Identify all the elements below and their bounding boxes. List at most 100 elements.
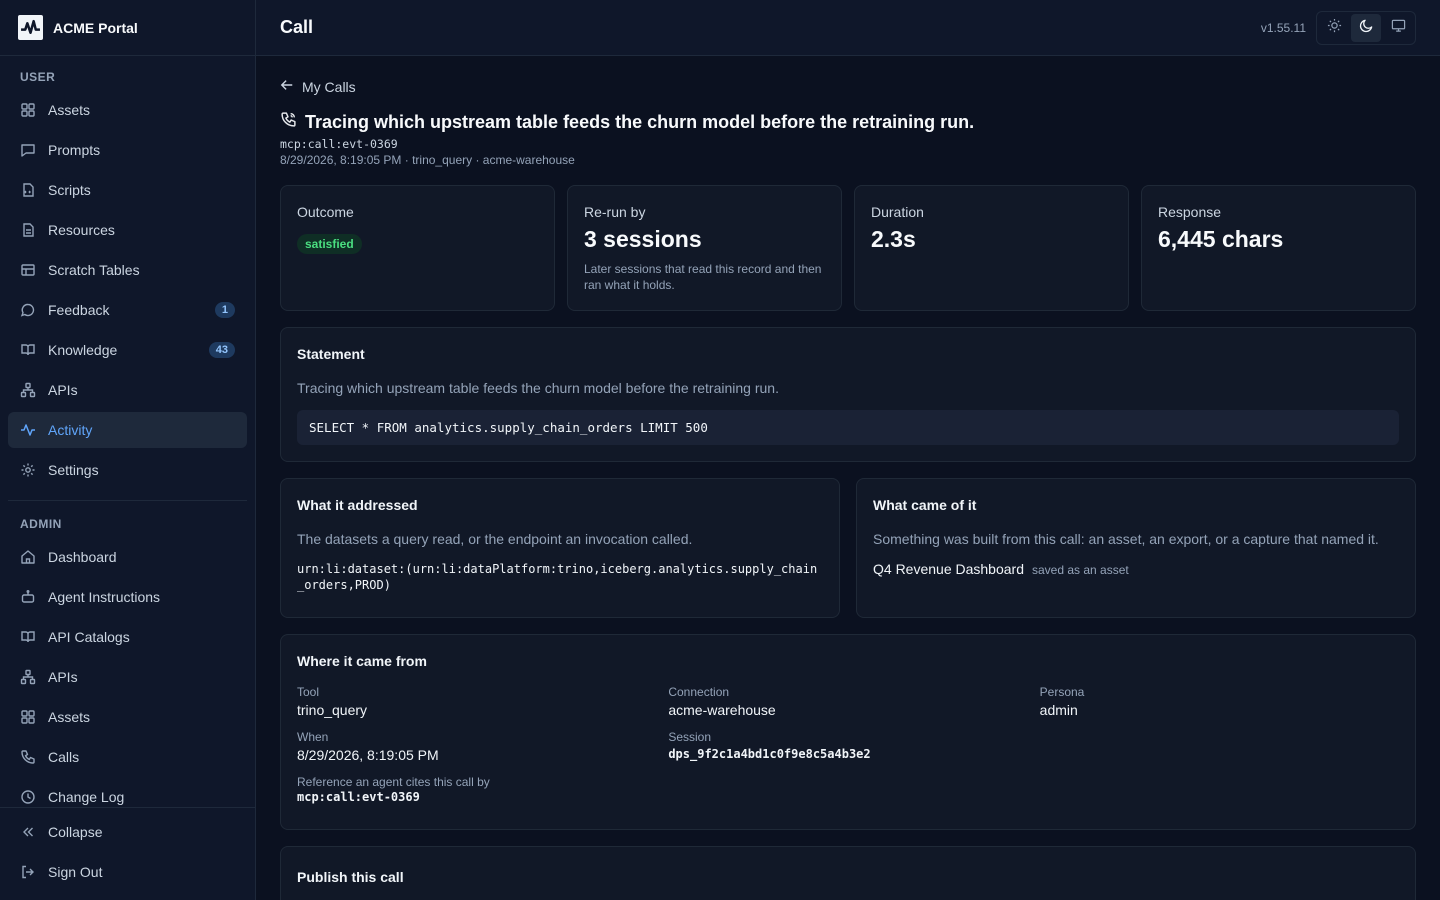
- collapse-button[interactable]: Collapse: [8, 814, 247, 850]
- call-id: mcp:call:evt-0369: [280, 137, 398, 151]
- sidebar-item-label: Knowledge: [48, 342, 118, 358]
- section-label-user: USER: [20, 70, 56, 84]
- sidebar-item-label: Settings: [48, 462, 99, 478]
- sidebar-item-change-log[interactable]: Change Log: [8, 779, 247, 807]
- grid-icon: [20, 102, 36, 118]
- robot-icon: [20, 589, 36, 605]
- acme-logo-icon: [18, 15, 43, 40]
- persona-label: Persona: [1039, 685, 1085, 699]
- back-link-label: My Calls: [302, 78, 356, 95]
- sidebar-item-label: API Catalogs: [48, 629, 130, 645]
- sidebar-item-label: Dashboard: [48, 549, 117, 565]
- sidebar-item-prompts[interactable]: Prompts: [8, 132, 247, 168]
- topbar: Call v1.55.11: [256, 0, 1440, 56]
- origin-fields: Tool trino_query Connection acme-warehou…: [297, 685, 1399, 763]
- session-value: dps_9f2c1a4bd1c0f9e8c5a4b3e2: [668, 747, 871, 761]
- sidebar-divider: [8, 500, 247, 501]
- collapse-label: Collapse: [48, 824, 103, 840]
- section-label-admin: ADMIN: [20, 517, 62, 531]
- light-theme-button[interactable]: [1319, 14, 1349, 42]
- page-title: Tracing which upstream table feeds the c…: [305, 111, 975, 132]
- outcome-card: What came of it Something was built from…: [856, 478, 1416, 618]
- sidebar-item-settings[interactable]: Settings: [8, 452, 247, 488]
- system-theme-button[interactable]: [1383, 14, 1413, 42]
- rerun-value: 3 sessions: [584, 226, 702, 252]
- sidebar-item-feedback[interactable]: Feedback 1: [8, 292, 247, 328]
- sign-out-label: Sign Out: [48, 864, 103, 880]
- response-value: 6,445 chars: [1158, 226, 1284, 252]
- sidebar-item-resources[interactable]: Resources: [8, 212, 247, 248]
- call-meta: 8/29/2026, 8:19:05 PM · trino_query · ac…: [280, 153, 575, 167]
- sidebar-item-label: APIs: [48, 669, 78, 685]
- file-icon: [20, 222, 36, 238]
- when-label: When: [297, 730, 329, 744]
- outcome-card-text: Something was built from this call: an a…: [873, 531, 1379, 547]
- phone-icon: [20, 749, 36, 765]
- book-icon: [20, 629, 36, 645]
- sidebar-item-label: Scripts: [48, 182, 91, 198]
- sidebar-item-admin-assets[interactable]: Assets: [8, 699, 247, 735]
- grid-icon: [20, 709, 36, 725]
- dataset-urn[interactable]: urn:li:dataset:(urn:li:dataPlatform:trin…: [297, 561, 823, 593]
- sidebar-item-assets[interactable]: Assets: [8, 92, 247, 128]
- sql-code-block[interactable]: SELECT * FROM analytics.supply_chain_ord…: [297, 410, 1399, 445]
- reference-field: Reference an agent cites this call by mc…: [297, 775, 1399, 804]
- sign-out-button[interactable]: Sign Out: [8, 854, 247, 890]
- publish-title: Publish this call: [297, 869, 404, 885]
- rerun-stat-card: Re-run by 3 sessions Later sessions that…: [567, 185, 842, 311]
- table-icon: [20, 262, 36, 278]
- theme-toggle: [1316, 10, 1416, 45]
- status-badge: satisfied: [297, 234, 362, 254]
- network-icon: [20, 382, 36, 398]
- sidebar-item-label: Calls: [48, 749, 80, 765]
- sign-out-icon: [20, 864, 36, 880]
- reference-value[interactable]: mcp:call:evt-0369: [297, 790, 1399, 804]
- version-label: v1.55.11: [1260, 20, 1306, 35]
- when-value: 8/29/2026, 8:19:05 PM: [297, 747, 439, 763]
- sidebar-item-activity[interactable]: Activity: [8, 412, 247, 448]
- chat-icon: [20, 142, 36, 158]
- tool-label: Tool: [297, 685, 320, 699]
- topbar-right: v1.55.11: [1260, 10, 1416, 45]
- sun-icon: [1327, 18, 1342, 38]
- outcome-asset-link[interactable]: Q4 Revenue Dashboard: [873, 561, 1024, 577]
- back-to-my-calls-link[interactable]: My Calls: [280, 78, 356, 95]
- origin-card: Where it came from Tool trino_query Conn…: [280, 634, 1416, 830]
- sidebar-item-api-catalogs[interactable]: API Catalogs: [8, 619, 247, 655]
- when-field: When 8/29/2026, 8:19:05 PM: [297, 730, 656, 763]
- tool-field: Tool trino_query: [297, 685, 656, 718]
- sidebar-item-scratch-tables[interactable]: Scratch Tables: [8, 252, 247, 288]
- sidebar-item-scripts[interactable]: Scripts: [8, 172, 247, 208]
- addressed-title: What it addressed: [297, 497, 418, 513]
- persona-value: admin: [1039, 702, 1078, 718]
- connection-field: Connection acme-warehouse: [668, 685, 1027, 718]
- sidebar-footer: Collapse Sign Out: [0, 807, 255, 900]
- stats-row: Outcome satisfied Re-run by 3 sessions L…: [280, 185, 1416, 311]
- sidebar-item-agent-instructions[interactable]: Agent Instructions: [8, 579, 247, 615]
- outcome-label: Outcome: [297, 204, 354, 220]
- sidebar-item-label: Resources: [48, 222, 115, 238]
- statement-card: Statement Tracing which upstream table f…: [280, 327, 1416, 462]
- brand[interactable]: ACME Portal: [0, 0, 255, 56]
- main: Call v1.55.11 My Calls Tracing which ups…: [256, 0, 1440, 900]
- sidebar-item-calls[interactable]: Calls: [8, 739, 247, 775]
- sidebar-item-admin-apis[interactable]: APIs: [8, 659, 247, 695]
- sidebar-item-dashboard[interactable]: Dashboard: [8, 539, 247, 575]
- monitor-icon: [1391, 18, 1406, 38]
- sidebar-item-label: Assets: [48, 102, 91, 118]
- connection-value: acme-warehouse: [668, 702, 776, 718]
- sidebar-item-label: Agent Instructions: [48, 589, 161, 605]
- addressed-text: The datasets a query read, or the endpoi…: [297, 531, 693, 547]
- reference-label: Reference an agent cites this call by: [297, 775, 490, 789]
- session-label: Session: [668, 730, 712, 744]
- sidebar-item-apis[interactable]: APIs: [8, 372, 247, 408]
- sidebar-item-label: Feedback: [48, 302, 110, 318]
- persona-field: Persona admin: [1040, 685, 1399, 718]
- dark-theme-button[interactable]: [1351, 13, 1381, 42]
- outcome-asset-note: saved as an asset: [1032, 563, 1129, 577]
- duration-label: Duration: [871, 204, 924, 220]
- duration-value: 2.3s: [871, 226, 916, 252]
- sidebar-item-knowledge[interactable]: Knowledge 43: [8, 332, 247, 368]
- response-stat-card: Response 6,445 chars: [1141, 185, 1416, 311]
- session-field: Session dps_9f2c1a4bd1c0f9e8c5a4b3e2: [668, 730, 1027, 763]
